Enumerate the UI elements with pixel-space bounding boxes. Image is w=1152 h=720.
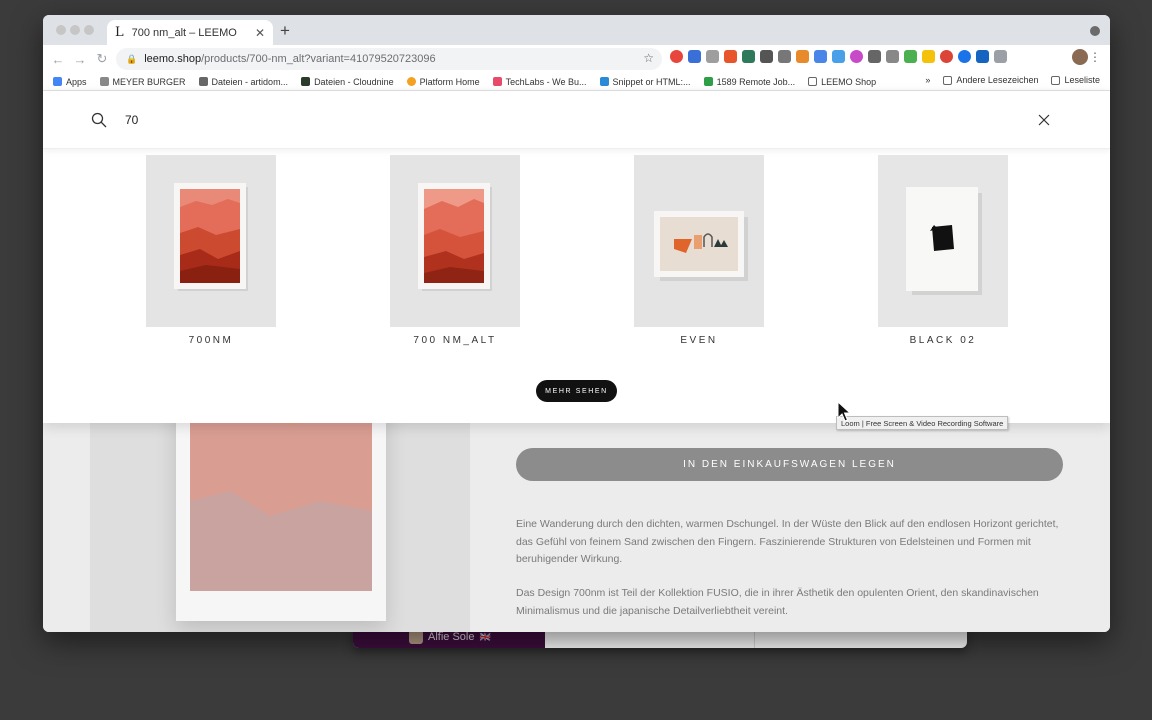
bookmarks-bar: Apps MEYER BURGER Dateien - artidom... D…: [43, 73, 1110, 91]
bookmark-icon: [703, 77, 713, 86]
search-overlay: 700NM: [43, 91, 1110, 423]
bookmark-icon: [492, 77, 502, 86]
browser-window: L 700 nm_alt – LEEMO ✕ + ← → ↻ 🔒 leemo.s…: [43, 15, 1110, 632]
folder-icon: [808, 77, 818, 86]
thumb-art: [146, 155, 276, 327]
product-name[interactable]: 700NM: [146, 335, 276, 346]
browser-toolbar: ← → ↻ 🔒 leemo.shop/products/700-nm_alt?v…: [43, 45, 1110, 73]
extension-icon[interactable]: [904, 50, 917, 63]
bookmark-item[interactable]: Dateien - artidom...: [198, 77, 288, 87]
user-name: Alfie Sole: [428, 631, 475, 643]
search-input[interactable]: [125, 110, 1005, 130]
profile-avatar[interactable]: [1072, 49, 1088, 65]
extension-icon[interactable]: [688, 50, 701, 63]
url-path: /products/700-nm_alt?variant=41079520723…: [201, 53, 436, 65]
tab-search-icon[interactable]: [1090, 26, 1100, 36]
user-indicator[interactable]: Alfie Sole 🇬🇧: [409, 630, 491, 644]
bookmark-item[interactable]: 1589 Remote Job...: [703, 77, 795, 87]
thumb-art: [878, 155, 1008, 327]
bookmark-item[interactable]: MEYER BURGER: [99, 77, 186, 87]
bookmark-item[interactable]: Snippet or HTML:...: [599, 77, 691, 87]
search-result-card[interactable]: 700NM: [146, 155, 276, 346]
product-thumbnail[interactable]: [878, 155, 1008, 327]
menu-kebab-icon[interactable]: ⋮: [1089, 50, 1101, 64]
tab-title: 700 nm_alt – LEEMO: [131, 26, 237, 39]
reading-list-icon: [1051, 75, 1061, 85]
extension-icon[interactable]: [976, 50, 989, 63]
bookmark-item[interactable]: Dateien - Cloudnine: [301, 77, 394, 87]
bookmark-star-icon[interactable]: ☆: [643, 51, 654, 65]
search-bar: [43, 91, 1110, 149]
bookmark-icon: [599, 77, 609, 86]
close-window-button[interactable]: [56, 25, 66, 35]
tab-active[interactable]: L 700 nm_alt – LEEMO ✕: [107, 20, 273, 45]
extension-icon[interactable]: [670, 50, 683, 63]
avatar: [409, 630, 423, 644]
product-thumbnail[interactable]: [634, 155, 764, 327]
search-result-card[interactable]: BLACK 02: [878, 155, 1008, 346]
flag-icon: 🇬🇧: [479, 631, 491, 642]
bookmark-folder-leemo[interactable]: LEEMO Shop: [808, 77, 876, 87]
minimize-window-button[interactable]: [70, 25, 80, 35]
bookmarks-right: » Andere Lesezeichen Leseliste: [925, 75, 1100, 85]
bookmark-folder-other[interactable]: Andere Lesezeichen: [943, 75, 1038, 85]
product-description-collection: Das Design 700nm ist Teil der Kollektion…: [516, 587, 1039, 617]
tab-strip: L 700 nm_alt – LEEMO ✕ +: [43, 15, 1110, 45]
extension-icon[interactable]: [724, 50, 737, 63]
extension-icon[interactable]: [958, 50, 971, 63]
bookmark-icon: [301, 77, 311, 86]
back-arrow-icon[interactable]: ←: [47, 52, 69, 67]
see-more-button[interactable]: MEHR SEHEN: [536, 380, 617, 402]
extension-icon[interactable]: [742, 50, 755, 63]
apps-grid-icon: [53, 77, 62, 86]
bookmark-item[interactable]: Platform Home: [406, 77, 480, 87]
extension-icon[interactable]: [886, 50, 899, 63]
bookmarks-overflow-button[interactable]: »: [925, 75, 930, 85]
extension-icon[interactable]: [706, 50, 719, 63]
product-description: Eine Wanderung durch den dichten, warmen…: [516, 518, 1059, 565]
mouse-cursor-icon: [837, 401, 851, 422]
extension-icon[interactable]: [850, 50, 863, 63]
extension-icons: [670, 50, 1007, 63]
search-icon[interactable]: [91, 112, 107, 128]
address-bar[interactable]: 🔒 leemo.shop/products/700-nm_alt?variant…: [116, 48, 662, 70]
tab-close-icon[interactable]: ✕: [255, 26, 265, 40]
product-thumbnail[interactable]: [146, 155, 276, 327]
maximize-window-button[interactable]: [84, 25, 94, 35]
new-tab-plus-icon[interactable]: +: [280, 21, 290, 41]
reload-icon[interactable]: ↻: [91, 51, 113, 67]
product-thumbnail[interactable]: [390, 155, 520, 327]
forward-arrow-icon[interactable]: →: [69, 52, 91, 67]
thumb-art: [634, 155, 764, 327]
bookmark-icon: [406, 77, 416, 86]
desktop: Alfie Sole 🇬🇧 L 700 nm_alt – LEEMO ✕ + ←…: [0, 0, 1152, 720]
product-name[interactable]: EVEN: [634, 335, 764, 346]
search-result-card[interactable]: EVEN: [634, 155, 764, 346]
tooltip: Loom | Free Screen & Video Recording Sof…: [836, 416, 1009, 430]
favicon-icon: L: [115, 25, 124, 40]
extension-icon[interactable]: [814, 50, 827, 63]
lock-icon[interactable]: 🔒: [126, 54, 137, 65]
extension-icon[interactable]: [778, 50, 791, 63]
bookmark-icon: [198, 77, 208, 86]
bookmark-apps[interactable]: Apps: [53, 77, 87, 87]
thumb-art: [390, 155, 520, 327]
extension-icon[interactable]: [760, 50, 773, 63]
product-name[interactable]: BLACK 02: [878, 335, 1008, 346]
bookmark-item[interactable]: TechLabs - We Bu...: [492, 77, 587, 87]
reading-list-button[interactable]: Leseliste: [1051, 75, 1100, 85]
extension-icon[interactable]: [796, 50, 809, 63]
extension-icon[interactable]: [940, 50, 953, 63]
add-to-cart-button[interactable]: IN DEN EINKAUFSWAGEN LEGEN: [516, 448, 1063, 481]
puzzle-icon[interactable]: [994, 50, 1007, 63]
product-name[interactable]: 700 NM_ALT: [390, 335, 520, 346]
search-result-card[interactable]: 700 NM_ALT: [390, 155, 520, 346]
extension-icon[interactable]: [868, 50, 881, 63]
extension-icon[interactable]: [922, 50, 935, 63]
extension-icon[interactable]: [832, 50, 845, 63]
bookmark-icon: [99, 77, 109, 86]
folder-icon: [943, 75, 953, 85]
url-host: leemo.shop: [144, 53, 202, 65]
close-icon[interactable]: [1037, 113, 1051, 127]
